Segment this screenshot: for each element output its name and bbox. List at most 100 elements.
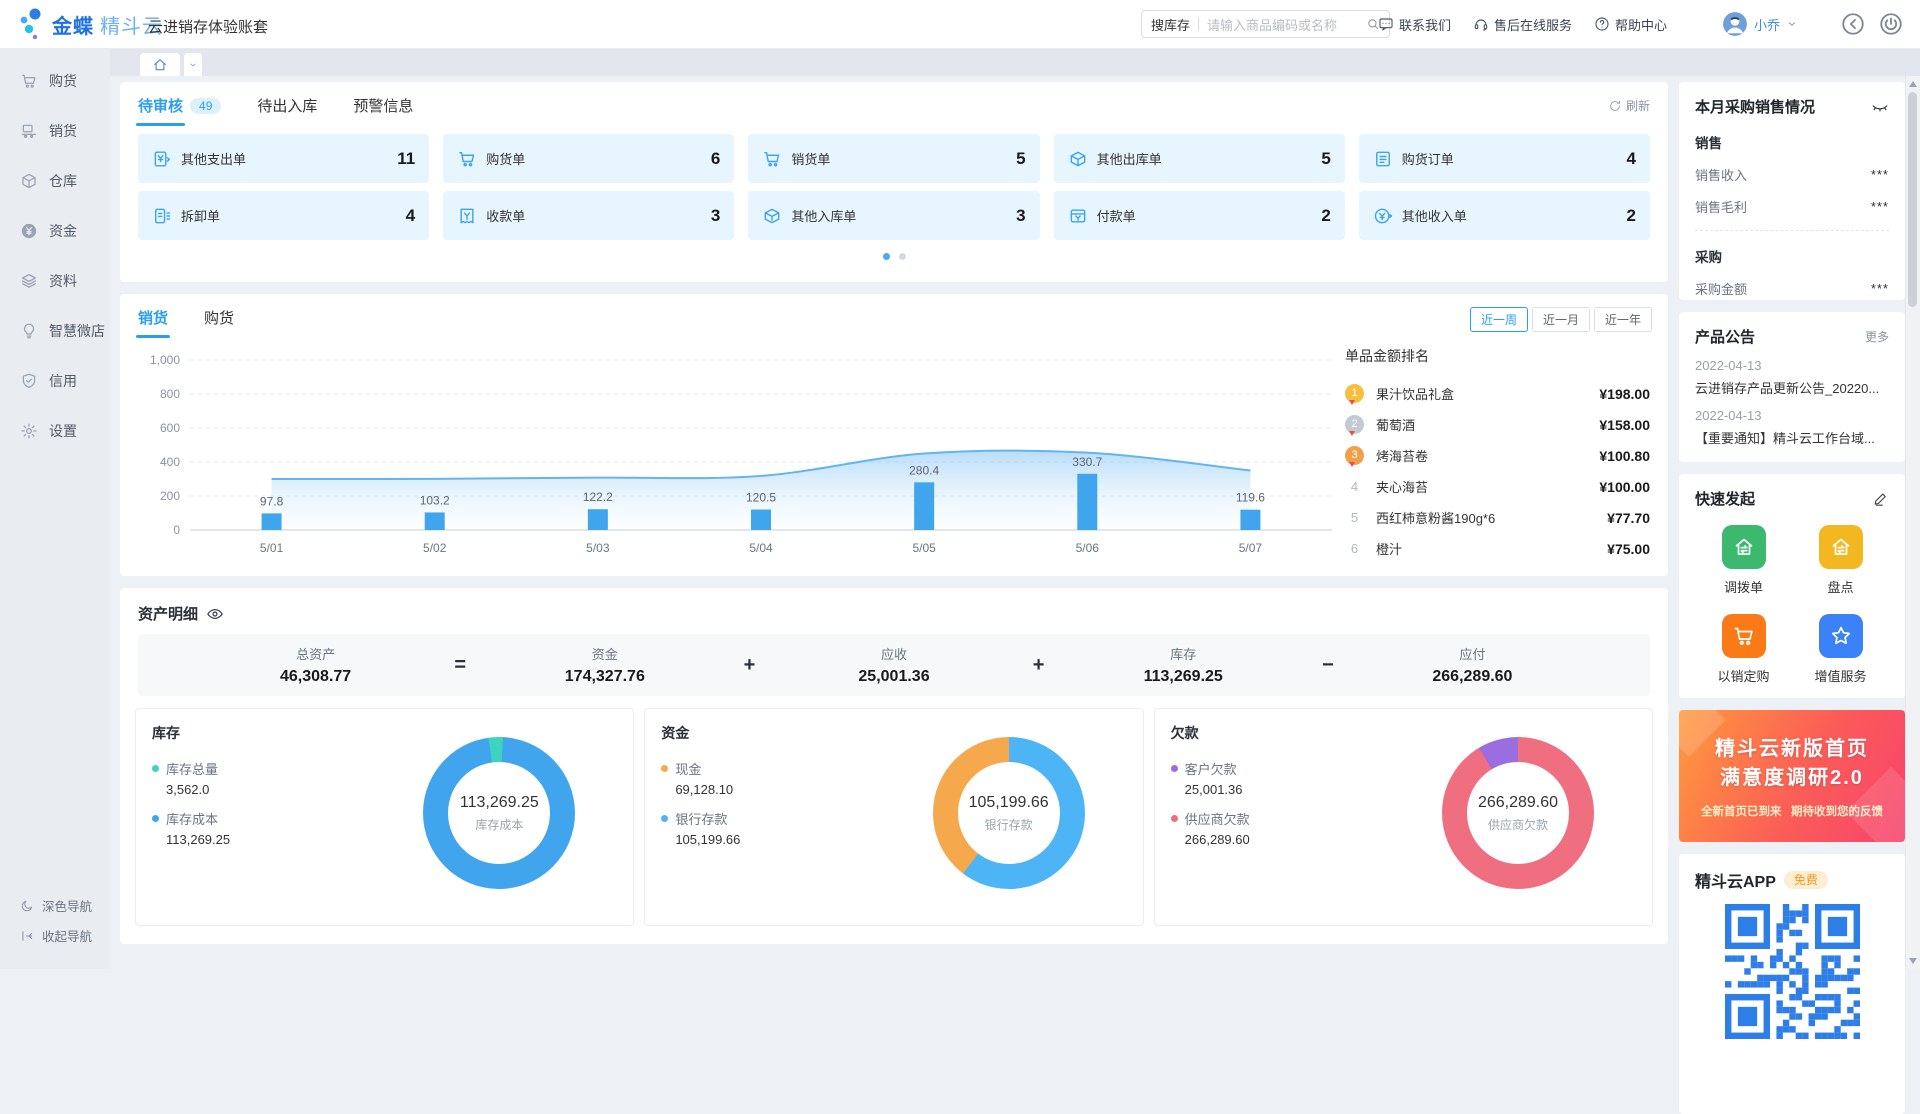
ranking-row[interactable]: 3 烤海苔卷 ¥100.80 <box>1345 440 1650 471</box>
cart-icon <box>20 72 38 90</box>
search-scope-label[interactable]: 搜库存 <box>1151 15 1190 34</box>
ranking-row[interactable]: 2 葡萄酒 ¥158.00 <box>1345 409 1650 440</box>
sidebar-item[interactable]: 资料 <box>0 256 110 306</box>
todo-doc-card[interactable]: 其他入库单 3 <box>748 191 1039 240</box>
home-tab[interactable] <box>140 53 180 76</box>
top-link[interactable]: 帮助中心 <box>1594 15 1667 34</box>
todo-doc-card[interactable]: 其他支出单 11 <box>138 134 429 183</box>
quick-action[interactable]: 以销定购 <box>1695 614 1792 685</box>
todo-tab[interactable]: 待审核 49 <box>138 95 221 126</box>
avatar[interactable] <box>1722 11 1748 37</box>
edit-icon[interactable] <box>1873 491 1889 507</box>
scroll-up-arrow[interactable] <box>1909 81 1917 87</box>
more-link[interactable]: 更多 <box>1865 328 1889 345</box>
search-input[interactable]: 请输入商品编码或名称 <box>1207 15 1366 34</box>
sidebar-item[interactable]: 购货 <box>0 56 110 106</box>
headset-icon <box>1473 16 1489 32</box>
svg-text:5/03: 5/03 <box>586 541 610 555</box>
user-name[interactable]: 小乔 <box>1754 15 1780 34</box>
payment-yen-icon <box>1068 206 1088 226</box>
eye-icon[interactable] <box>206 605 224 623</box>
ranking-row[interactable]: 5 西红柿意粉酱190g*6 ¥77.70 <box>1345 502 1650 533</box>
power-icon[interactable] <box>1878 11 1904 37</box>
svg-text:5/02: 5/02 <box>423 541 447 555</box>
todo-doc-card[interactable]: 拆卸单 4 <box>138 191 429 240</box>
pager-dot[interactable] <box>899 253 906 260</box>
sidebar-footer-toggle[interactable]: 深色导航 <box>0 896 110 915</box>
trend-tabs: 销货 购货 <box>138 307 270 338</box>
tab-list-caret[interactable] <box>184 53 202 76</box>
announcement-item[interactable]: 2022-04-13 【重要通知】精斗云工作台域... <box>1695 408 1889 447</box>
ranking-row[interactable]: 6 橙汁 ¥75.00 <box>1345 533 1650 564</box>
chevron-down-icon <box>188 60 198 70</box>
range-button[interactable]: 近一年 <box>1594 307 1652 332</box>
page-scrollbar[interactable] <box>1905 76 1920 969</box>
sidebar-item[interactable]: 智慧微店 <box>0 306 110 356</box>
svg-text:600: 600 <box>160 421 180 435</box>
range-button[interactable]: 近一月 <box>1532 307 1590 332</box>
svg-text:280.4: 280.4 <box>909 463 939 477</box>
sidebar-item[interactable]: 资金 <box>0 206 110 256</box>
todo-card: 待审核 49 待出入库 预警信息 刷新 其他支出单 11 购货单 <box>120 82 1668 282</box>
pager-dot[interactable] <box>883 253 890 260</box>
eye-closed-icon[interactable] <box>1871 98 1889 116</box>
todo-tabs-row: 待审核 49 待出入库 预警信息 刷新 <box>120 82 1668 126</box>
receipt-yen-icon <box>457 206 477 226</box>
chat-icon <box>1378 16 1394 32</box>
svg-text:5/06: 5/06 <box>1076 541 1100 555</box>
refresh-button[interactable]: 刷新 <box>1608 97 1650 124</box>
sales-section-title: 销售 <box>1695 132 1889 152</box>
legend-dot <box>661 815 668 822</box>
legend-dot <box>661 765 668 772</box>
back-icon[interactable] <box>1840 11 1866 37</box>
legend-dot <box>152 815 159 822</box>
ranking-row[interactable]: 4 夹心海苔 ¥100.00 <box>1345 471 1650 502</box>
todo-doc-card[interactable]: 其他出库单 5 <box>1054 134 1345 183</box>
top-link[interactable]: 联系我们 <box>1378 15 1451 34</box>
sidebar-footer-toggle[interactable]: 收起导航 <box>0 926 110 945</box>
quick-action[interactable]: 盘点 <box>1792 525 1889 596</box>
todo-doc-card[interactable]: 购货订单 4 <box>1359 134 1650 183</box>
range-button[interactable]: 近一周 <box>1470 307 1528 332</box>
todo-tab[interactable]: 待出入库 <box>257 95 317 126</box>
rank-medal-icon: 4 <box>1345 477 1364 496</box>
ranking-row[interactable]: 1 果汁饮品礼盒 ¥198.00 <box>1345 378 1650 409</box>
transfer-house-icon <box>1732 535 1756 559</box>
sidebar-item[interactable]: 设置 <box>0 406 110 456</box>
scrollbar-thumb[interactable] <box>1908 92 1917 307</box>
asset-panels: 库存 库存总量3,562.0库存成本113,269.25 113,269.25 … <box>135 708 1653 926</box>
trend-tab[interactable]: 销货 <box>138 307 168 338</box>
help-icon <box>1594 16 1610 32</box>
sidebar-item[interactable]: 信用 <box>0 356 110 406</box>
donut-center: 113,269.25 库存成本 <box>423 737 575 889</box>
quick-action[interactable]: 调拨单 <box>1695 525 1792 596</box>
sidebar-item[interactable]: 销货 <box>0 106 110 156</box>
ranking-title: 单品金额排名 <box>1345 346 1650 366</box>
svg-text:800: 800 <box>160 387 180 401</box>
formula-segment: 应付 266,289.60 <box>1345 644 1600 686</box>
todo-doc-card[interactable]: 销货单 5 <box>748 134 1039 183</box>
quick-action[interactable]: 增值服务 <box>1792 614 1889 685</box>
trend-tab[interactable]: 购货 <box>204 307 234 338</box>
todo-doc-card[interactable]: 其他收入单 2 <box>1359 191 1650 240</box>
todo-doc-card[interactable]: 收款单 3 <box>443 191 734 240</box>
top-link[interactable]: 售后在线服务 <box>1473 15 1572 34</box>
banner-line2: 满意度调研2.0 <box>1679 761 1905 790</box>
app-card: 精斗云APP 免费 <box>1679 854 1905 1114</box>
survey-banner[interactable]: 精斗云新版首页 满意度调研2.0 全新首页已到来 期待收到您的反馈 <box>1679 710 1905 842</box>
assets-detail-card: 资产明细 总资产 46,308.77 = 资金 174,327.76 + <box>120 588 1668 944</box>
svg-text:119.6: 119.6 <box>1236 491 1265 505</box>
user-menu[interactable]: 小乔 <box>1722 0 1798 48</box>
donut-center-label: 银行存款 <box>985 816 1033 833</box>
trend-tabs-row: 销货 购货 <box>120 294 1668 338</box>
donut-center-label: 库存成本 <box>475 816 523 833</box>
announcement-item[interactable]: 2022-04-13 云进销存产品更新公告_20220... <box>1695 358 1889 397</box>
app-logo[interactable]: 金蝶 精斗云 <box>18 7 163 41</box>
todo-doc-card[interactable]: 付款单 2 <box>1054 191 1345 240</box>
scroll-down-arrow[interactable] <box>1909 958 1917 964</box>
sidebar-item[interactable]: 仓库 <box>0 156 110 206</box>
todo-doc-card[interactable]: 购货单 6 <box>443 134 734 183</box>
inventory-search-box[interactable]: 搜库存 请输入商品编码或名称 <box>1141 10 1390 38</box>
todo-tab[interactable]: 预警信息 <box>353 95 413 126</box>
chevron-down-icon[interactable] <box>1786 18 1798 30</box>
